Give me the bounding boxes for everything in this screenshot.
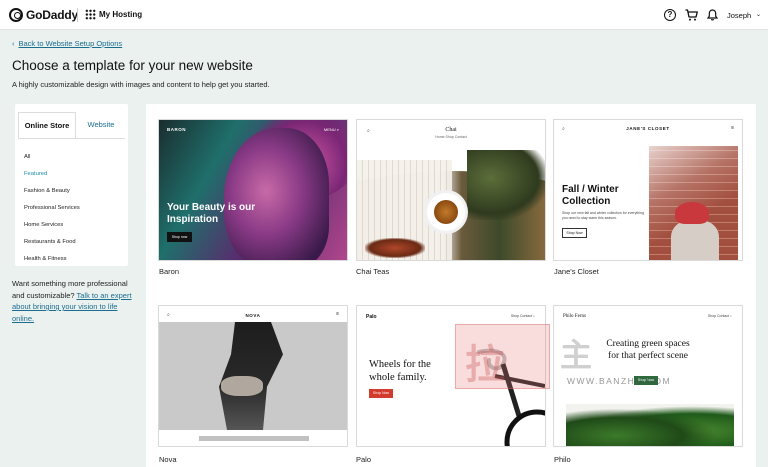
preview-brand: JANE'S CLOSET: [626, 126, 670, 131]
preview-nav: MENU ⌕: [323, 127, 339, 132]
apps-grid-icon[interactable]: [85, 9, 96, 20]
category-fashion-beauty[interactable]: Fashion & Beauty: [24, 188, 70, 194]
preview-headline-line-1: Creating green spaces: [606, 339, 690, 349]
chevron-left-icon: ‹: [12, 39, 15, 48]
preview-headline: Fall / Winter Collection: [562, 184, 619, 207]
template-name-baron[interactable]: Baron: [159, 267, 179, 276]
template-card-nova[interactable]: ⌕ NOVA ≡: [158, 305, 348, 447]
preview-menu: Shop Contact ⌕: [707, 314, 732, 318]
preview-headline-line-1: Wheels for the: [369, 359, 431, 370]
godaddy-logo[interactable]: GoDaddy: [9, 8, 78, 22]
template-card-janes-closet[interactable]: ⌕ JANE'S CLOSET ≡ Fall / Winter Collecti…: [553, 119, 743, 261]
preview-petals-image: [365, 238, 425, 258]
cart-icon[interactable]: [685, 9, 698, 21]
bell-icon[interactable]: [707, 9, 718, 21]
preview-bicycle-image: [477, 348, 545, 446]
page-subtitle: A highly customizable design with images…: [12, 80, 270, 89]
template-card-chai-teas[interactable]: ⌕ Chai Home Shop Contact: [356, 119, 546, 261]
product-name[interactable]: My Hosting: [99, 10, 142, 19]
preview-portrait-image: [224, 128, 329, 260]
preview-leaves-image: [467, 150, 545, 220]
preview-menu: Shop Contact ⌕: [510, 314, 535, 318]
template-name-palo[interactable]: Palo: [356, 455, 371, 464]
template-card-palo[interactable]: Palo Shop Contact ⌕ Wheels for the whole…: [356, 305, 546, 447]
preview-arm-image: [221, 376, 263, 396]
help-icon[interactable]: ?: [664, 9, 676, 21]
preview-brand: Palo: [366, 314, 377, 320]
category-home-services[interactable]: Home Services: [24, 222, 63, 228]
back-link-label: Back to Website Setup Options: [18, 39, 123, 48]
page-title: Choose a template for your new website: [12, 58, 253, 73]
top-bar: GoDaddy My Hosting ? Joseph ⌄: [0, 0, 768, 30]
template-name-nova[interactable]: Nova: [159, 455, 177, 464]
preview-headline-line-2: Collection: [562, 195, 611, 207]
preview-headline-line-1: Fall / Winter: [562, 184, 619, 195]
category-health-fitness[interactable]: Health & Fitness: [24, 256, 67, 262]
preview-person-image: [671, 220, 719, 260]
category-panel: Online Store Website All Featured Fashio…: [15, 104, 128, 266]
template-card-philo[interactable]: Philo Ferns Shop Contact ⌕ Creating gree…: [553, 305, 743, 447]
preview-plant-image: [566, 404, 734, 446]
preview-headline-line-1: Your Beauty is our: [167, 202, 256, 213]
template-card-baron[interactable]: BARON MENU ⌕ Your Beauty is our Inspirat…: [158, 119, 348, 261]
preview-tea-image: [434, 200, 458, 224]
preview-shop-button: Shop Now: [369, 389, 393, 398]
preview-headline: Wheels for the whole family.: [369, 358, 431, 384]
template-name-philo[interactable]: Philo: [554, 455, 571, 464]
template-name-janes-closet[interactable]: Jane's Closet: [554, 267, 599, 276]
category-featured[interactable]: Featured: [24, 171, 47, 177]
menu-icon: ≡: [731, 125, 734, 131]
preview-headline-line-2: Inspiration: [167, 213, 219, 225]
preview-brand: BARON: [167, 127, 186, 132]
chevron-down-icon[interactable]: ⌄: [756, 11, 761, 18]
brand-name: GoDaddy: [26, 8, 78, 22]
preview-headline: Your Beauty is our Inspiration: [167, 202, 255, 225]
preview-headline-line-2: for that perfect scene: [608, 351, 688, 361]
template-name-chai-teas[interactable]: Chai Teas: [356, 267, 389, 276]
preview-shop-button: Shop now: [167, 232, 192, 242]
preview-red-hat-image: [675, 202, 709, 224]
expert-promo: Want something more professional and cus…: [12, 278, 137, 324]
preview-shop-button: Shop Now: [562, 228, 587, 238]
preview-body-text: Shop our new fall and winter collection …: [562, 211, 644, 220]
preview-menu: Home Shop Contact: [435, 135, 467, 139]
tab-website[interactable]: Website: [76, 112, 126, 138]
preview-brand: NOVA: [245, 313, 261, 318]
divider: [77, 8, 78, 22]
preview-headline-line-2: whole family.: [369, 372, 427, 383]
category-professional-services[interactable]: Professional Services: [24, 205, 80, 211]
tab-online-store[interactable]: Online Store: [18, 112, 76, 138]
preview-shop-button: Shop Now: [634, 376, 658, 385]
preview-caption-bar: [199, 436, 309, 441]
category-restaurants-food[interactable]: Restaurants & Food: [24, 239, 76, 245]
back-link[interactable]: ‹ Back to Website Setup Options: [12, 39, 122, 48]
godaddy-logo-icon: [9, 8, 23, 22]
preview-brand: Chai: [445, 127, 457, 133]
user-menu[interactable]: Joseph: [727, 11, 751, 20]
menu-icon: ≡: [336, 311, 339, 317]
category-all[interactable]: All: [24, 154, 30, 160]
preview-headline: Creating green spaces for that perfect s…: [554, 338, 742, 362]
preview-brand: Philo Ferns: [563, 314, 586, 319]
tab-divider: [18, 138, 125, 139]
